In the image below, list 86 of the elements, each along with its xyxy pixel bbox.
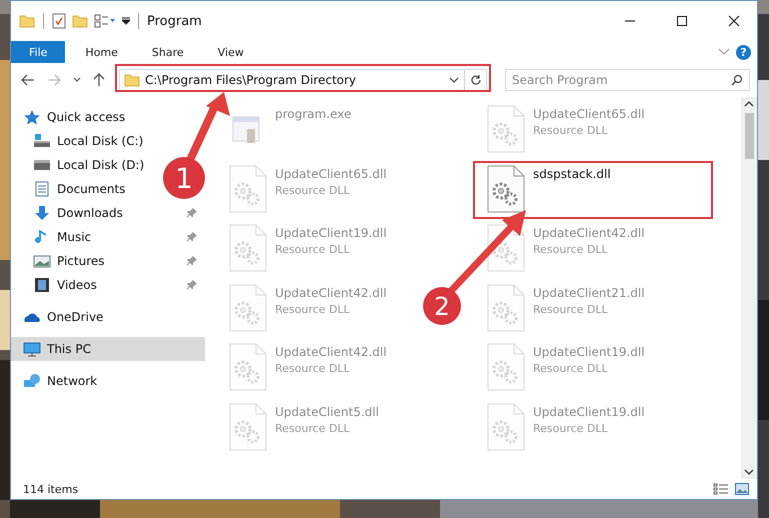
window-title: Program — [147, 14, 202, 28]
item-count: 114 items — [23, 482, 78, 496]
help-button[interactable]: ? — [736, 44, 751, 60]
sidebar-item[interactable]: Local Disk (D:) — [11, 153, 158, 177]
large-icons-view-icon[interactable] — [735, 483, 749, 495]
file-type: Resource DLL — [533, 422, 609, 434]
pin-icon[interactable] — [187, 232, 197, 242]
details-view-icon[interactable] — [713, 483, 729, 495]
close-icon — [728, 15, 740, 27]
search-icon[interactable] — [731, 74, 743, 86]
file-name: UpdateClient42.dll — [275, 345, 387, 359]
pin-icon[interactable] — [187, 280, 197, 290]
sidebar-item[interactable]: Local Disk (C:) — [11, 129, 158, 153]
address-field[interactable]: C:\Program Files\Program Directory — [119, 69, 487, 91]
ribbon-tab[interactable]: Home — [71, 41, 132, 63]
file-name: UpdateClient5.dll — [275, 404, 379, 418]
file-tab[interactable]: File — [11, 41, 66, 63]
refresh-icon[interactable] — [470, 74, 482, 86]
file-type: Resource DLL — [275, 422, 351, 434]
gear-file-icon — [229, 343, 267, 391]
properties-icon[interactable] — [52, 13, 66, 29]
sidebar-item[interactable]: Music — [11, 225, 205, 249]
gear-file-icon — [487, 224, 525, 272]
chevron-down-icon[interactable] — [73, 77, 81, 83]
document-icon — [33, 181, 51, 197]
drive-icon — [33, 133, 51, 149]
sidebar-item[interactable]: Documents — [11, 177, 140, 201]
file-name: UpdateClient42.dll — [533, 226, 645, 240]
pin-icon[interactable] — [187, 256, 197, 266]
file-name: program.exe — [275, 107, 352, 121]
drive-icon — [33, 157, 51, 173]
file-type: Resource DLL — [533, 302, 609, 316]
sidebar-item[interactable]: Quick access — [11, 105, 140, 129]
ribbon-tab[interactable]: Share — [138, 41, 198, 63]
star-icon — [23, 109, 41, 125]
search-field[interactable]: Search Program — [505, 69, 750, 91]
scroll-down-icon[interactable] — [744, 469, 754, 475]
film-icon — [33, 277, 51, 293]
sidebar-item[interactable]: Videos — [11, 273, 205, 297]
step-badge: 2 — [423, 287, 461, 325]
file-name: sdspstack.dll — [533, 166, 611, 180]
back-icon[interactable] — [21, 74, 35, 86]
picture-icon — [33, 253, 51, 269]
sidebar-item[interactable]: OneDrive — [11, 305, 118, 329]
sidebar-item[interactable]: Downloads — [11, 201, 205, 225]
gear-file-icon — [487, 284, 525, 332]
gear-file-icon — [487, 343, 525, 391]
sidebar-item[interactable]: Network — [11, 369, 112, 393]
maximize-icon — [676, 15, 688, 27]
file-name: UpdateClient65.dll — [533, 107, 645, 121]
pin-icon[interactable] — [187, 208, 197, 218]
up-arrow-icon[interactable] — [93, 73, 105, 87]
file-type: Resource DLL — [275, 302, 351, 316]
step-badge: 1 — [163, 157, 205, 199]
scrollbar-thumb[interactable] — [744, 113, 754, 159]
file-name: UpdateClient42.dll — [275, 286, 387, 300]
download-icon — [33, 205, 51, 221]
file-type: Resource DLL — [275, 362, 351, 375]
file-name: UpdateClient19.dll — [533, 404, 645, 418]
gear-file-icon — [229, 284, 267, 332]
folder-icon — [124, 73, 140, 87]
sidebar-item[interactable]: This PC — [11, 337, 205, 361]
scroll-up-icon[interactable] — [744, 101, 754, 107]
file-type: Resource DLL — [275, 184, 351, 196]
caret-icon[interactable] — [122, 17, 130, 25]
file-type: Resource DLL — [533, 124, 609, 137]
file-name: UpdateClient65.dll — [275, 166, 387, 180]
monitor-icon — [23, 341, 41, 357]
network-icon — [23, 373, 41, 389]
file-name: UpdateClient21.dll — [533, 286, 645, 300]
file-name: UpdateClient19.dll — [275, 226, 387, 240]
sidebar-item[interactable]: Pictures — [11, 249, 205, 273]
view-list-icon[interactable] — [94, 14, 116, 28]
gear-file-icon — [487, 164, 525, 212]
gear-file-icon — [229, 402, 267, 450]
file-name: UpdateClient19.dll — [533, 345, 645, 359]
gear-file-icon — [229, 224, 267, 272]
ribbon-tab[interactable]: View — [204, 41, 258, 63]
gear-file-icon — [229, 164, 267, 212]
file-type: Resource DLL — [275, 243, 351, 256]
gear-file-icon — [487, 105, 525, 153]
file-item[interactable]: sdspstack.dll — [483, 162, 615, 216]
chevron-down-icon[interactable] — [449, 77, 459, 83]
file-type: Resource DLL — [533, 362, 609, 375]
gear-file-icon — [487, 402, 525, 450]
file-type: Resource DLL — [533, 243, 609, 256]
